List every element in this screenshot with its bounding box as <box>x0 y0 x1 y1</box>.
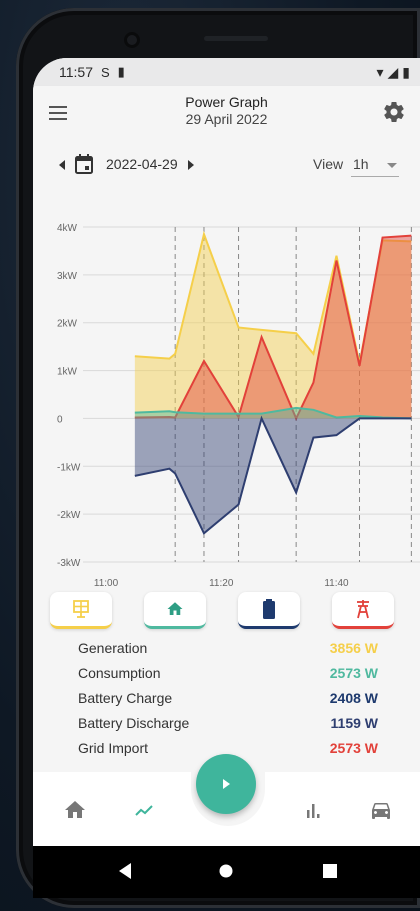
date-bar: 2022-04-29 View 1h <box>33 144 420 192</box>
grid-filter-button[interactable] <box>332 592 394 629</box>
bottom-nav-bar <box>33 754 420 846</box>
legend-label: Battery Charge <box>78 690 173 706</box>
app-screen: 11:57 S ▮ ▾ ◢ ▮ Power Graph 29 April 202… <box>33 58 420 846</box>
legend-row-generation: Generation 3856 W <box>78 640 378 662</box>
play-button[interactable] <box>196 754 256 814</box>
notification-icon: S <box>101 64 110 80</box>
wifi-icon: ▾ <box>376 63 384 80</box>
status-right: ▾ ◢ ▮ <box>376 64 410 81</box>
y-tick-label: 3kW <box>57 271 78 282</box>
x-tick-label: 11:20 <box>209 578 234 589</box>
grid-tower-icon <box>357 600 369 619</box>
status-bar: 11:57 S ▮ ▾ ◢ ▮ <box>33 58 420 86</box>
chevron-down-icon <box>387 163 397 168</box>
status-time: 11:57 <box>59 64 93 80</box>
signal-icon: ◢ <box>387 63 399 80</box>
legend-value: 3856 W <box>329 640 378 656</box>
earpiece-speaker <box>204 36 268 41</box>
back-icon[interactable] <box>117 862 133 880</box>
view-label: View <box>313 156 344 172</box>
recents-icon[interactable] <box>323 864 337 878</box>
legend-list: Generation 3856 W Consumption 2573 W Bat… <box>33 636 420 762</box>
legend-value: 2573 W <box>329 740 378 756</box>
legend-row-battery-charge: Battery Charge 2408 W <box>78 690 378 712</box>
y-tick-label: -1kW <box>57 462 81 473</box>
page-subtitle: 29 April 2022 <box>185 111 268 127</box>
category-buttons <box>33 592 420 636</box>
view-select-value: 1h <box>353 156 369 172</box>
y-tick-label: 0 <box>57 414 63 425</box>
car-icon[interactable] <box>369 798 393 822</box>
app-bar: Power Graph 29 April 2022 <box>33 86 420 144</box>
y-tick-label: 4kW <box>57 223 78 234</box>
legend-value: 1159 W <box>330 715 378 731</box>
legend-row-battery-discharge: Battery Discharge 1159 W <box>78 715 378 737</box>
legend-label: Battery Discharge <box>78 715 190 731</box>
view-select[interactable]: 1h <box>351 152 399 177</box>
y-tick-label: -2kW <box>57 510 81 521</box>
system-nav-bar <box>33 846 420 898</box>
gear-icon[interactable] <box>382 100 406 124</box>
solar-panel-icon <box>73 600 89 618</box>
legend-value: 2408 W <box>329 690 378 706</box>
home-icon <box>167 602 183 615</box>
y-tick-label: 1kW <box>57 367 78 378</box>
y-tick-label: 2kW <box>57 319 78 330</box>
sd-card-icon: ▮ <box>117 64 125 79</box>
title-block: Power Graph 29 April 2022 <box>33 94 420 127</box>
battery-status-icon: ▮ <box>402 63 410 80</box>
trend-chart-icon[interactable] <box>132 798 156 822</box>
legend-label: Grid Import <box>78 740 149 756</box>
x-tick-label: 11:00 <box>94 578 119 589</box>
battery-filter-button[interactable] <box>238 592 300 629</box>
battery-icon <box>263 599 275 619</box>
y-tick-label: -3kW <box>57 558 81 569</box>
page-title: Power Graph <box>185 94 268 110</box>
front-camera <box>124 32 140 48</box>
legend-value: 2573 W <box>329 665 378 681</box>
calendar-icon[interactable] <box>75 154 93 174</box>
selected-date[interactable]: 2022-04-29 <box>106 156 178 172</box>
bar-chart-icon[interactable] <box>301 798 325 822</box>
next-day-icon[interactable] <box>188 160 194 170</box>
home-nav-icon[interactable] <box>219 864 233 878</box>
legend-label: Consumption <box>78 665 161 681</box>
x-tick-label: 11:40 <box>324 578 349 589</box>
bottom-nav <box>33 754 420 846</box>
home-icon[interactable] <box>63 798 87 822</box>
legend-row-consumption: Consumption 2573 W <box>78 665 378 687</box>
generation-filter-button[interactable] <box>50 592 112 629</box>
power-chart: 4kW 3kW 2kW 1kW 0 -1kW -2kW -3kW 11:00 11:20 11:40 <box>33 192 420 592</box>
power-chart-svg: 4kW 3kW 2kW 1kW 0 -1kW -2kW -3kW 11:00 11:20 11:40 <box>57 223 420 589</box>
play-icon <box>223 779 230 789</box>
legend-label: Generation <box>78 640 148 656</box>
consumption-filter-button[interactable] <box>144 592 206 629</box>
prev-day-icon[interactable] <box>59 160 65 170</box>
